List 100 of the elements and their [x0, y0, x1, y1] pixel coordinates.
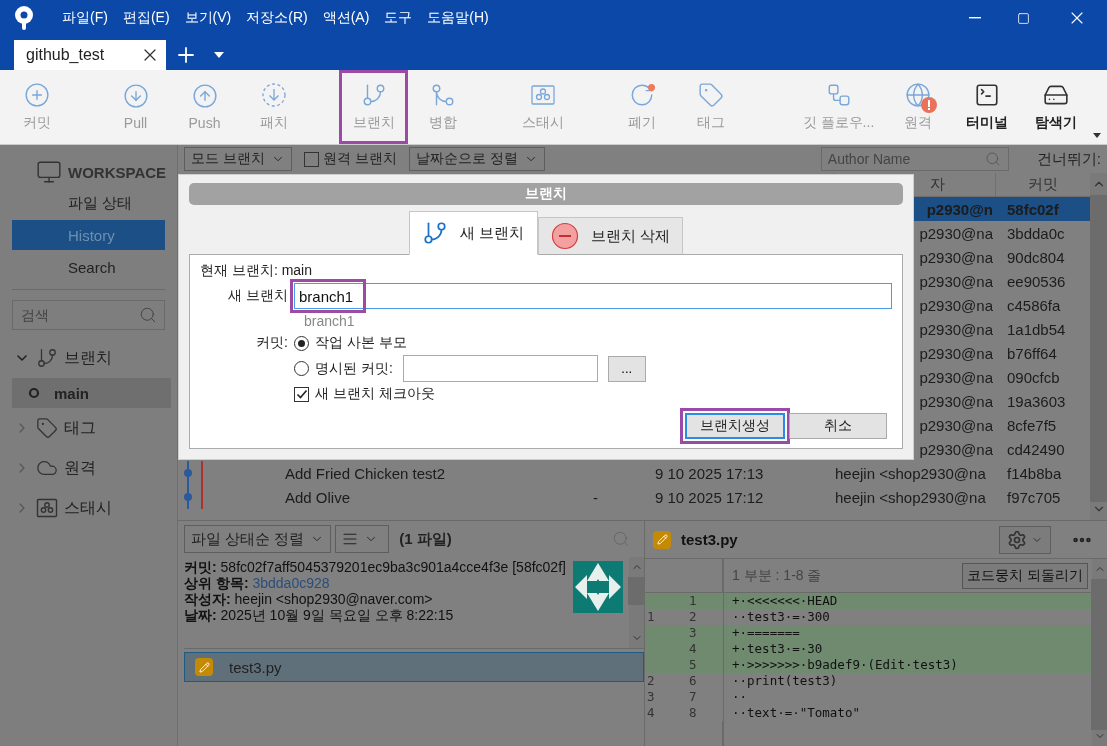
tree-group-label[interactable]: 브랜치: [64, 347, 112, 369]
line-number: 5: [688, 657, 697, 672]
search-field[interactable]: 검색: [12, 300, 165, 330]
table-cell-text: heejin <shop2930@na: [834, 464, 987, 482]
commit-field[interactable]: [402, 355, 598, 382]
menu-item[interactable]: 보기(V): [184, 9, 232, 27]
checkbox[interactable]: [303, 151, 319, 167]
line-number: 3: [646, 689, 655, 704]
maximize-icon: [1016, 11, 1030, 25]
stash-icon: [529, 82, 556, 108]
sidebar-item[interactable]: History: [12, 220, 165, 250]
table-cell-text: 9 10 2025 17:12: [654, 488, 765, 506]
radio-button[interactable]: [294, 361, 309, 376]
create-branch-button[interactable]: 브랜치생성: [685, 413, 785, 439]
table-cell: p2930@na: [919, 248, 993, 266]
scrollbar[interactable]: [1092, 559, 1107, 746]
table-cell: p2930@na: [919, 224, 993, 242]
table-cell-text: 1a1db54: [1006, 320, 1067, 338]
menu-item[interactable]: 편집(E): [122, 9, 170, 27]
globe-icon: [904, 82, 931, 108]
diff-file-name: test3.py: [681, 531, 738, 548]
menu-item[interactable]: 도움말(H): [427, 9, 489, 27]
minimize-icon: [969, 17, 981, 19]
toolbar-button[interactable]: 원격: [883, 70, 952, 144]
radio-button[interactable]: [294, 335, 309, 351]
toolbar-button[interactable]: 터미널: [952, 70, 1021, 144]
pencil-icon: [653, 530, 671, 549]
toolbar-button[interactable]: 패치: [239, 70, 308, 144]
toolbar-button[interactable]: 탐색기: [1021, 70, 1090, 144]
view-mode-dropdown[interactable]: [335, 525, 390, 553]
alert-badge-icon: [920, 97, 937, 113]
radio-label: 명시된 커밋:: [315, 359, 393, 378]
tree-group-label[interactable]: 스태시: [64, 497, 112, 519]
toolbar-button[interactable]: 폐기: [607, 70, 676, 144]
table-cell-text: 9 10 2025 17:13: [654, 464, 765, 482]
tree-group-label[interactable]: 원격: [64, 457, 96, 479]
sort-dropdown[interactable]: 날짜순으로 정렬: [408, 147, 545, 171]
tree-group-label[interactable]: 태그: [64, 417, 96, 439]
tag-icon: [697, 82, 724, 108]
radio-label: 작업 사본 부모: [315, 334, 407, 352]
table-cell-text: b76ff64: [1006, 344, 1058, 362]
revert-hunk-button[interactable]: 코드뭉치 되돌리기: [962, 562, 1088, 589]
file-sort-dropdown[interactable]: 파일 상태순 정렬: [184, 525, 332, 553]
overflow-caret-icon[interactable]: [1093, 133, 1101, 138]
branch-dot-icon: [28, 387, 40, 399]
branch-name-field[interactable]: branch1: [294, 283, 892, 309]
settings-dropdown[interactable]: [999, 525, 1051, 554]
table-cell-text: heejin <shop2930@na: [834, 488, 987, 506]
line-number: 4: [646, 705, 655, 720]
search-icon: [139, 306, 157, 324]
parent-commit-link[interactable]: 3bdda0c928: [252, 575, 330, 591]
branch-icon: [36, 347, 58, 369]
table-cell: -: [593, 488, 598, 506]
toolbar-button[interactable]: 태그: [676, 70, 745, 144]
column-header[interactable]: 자: [930, 175, 945, 194]
toolbar-button[interactable]: 브랜치: [339, 70, 408, 144]
browse-button[interactable]: ...: [607, 355, 646, 382]
cancel-button[interactable]: 취소: [789, 413, 887, 439]
menu-item[interactable]: 도구: [384, 9, 413, 27]
commit-info-line: 날짜: 2025년 10월 9일 목요일 오후 8:22:15: [184, 607, 455, 623]
branch-item[interactable]: main: [12, 378, 171, 408]
scrollbar[interactable]: [629, 557, 644, 648]
table-cell-text: c4586fa: [1006, 296, 1062, 314]
toolbar-button[interactable]: Pull: [101, 70, 170, 144]
checkbox[interactable]: [294, 386, 309, 402]
line-number: 1: [688, 593, 697, 608]
author-search-field[interactable]: Author Name: [820, 147, 1009, 171]
menu-item[interactable]: 액션(A): [322, 9, 370, 27]
commit-row[interactable]: Add Fried Chicken test2 9 10 2025 17:13 heejin <shop2930@na f14b8ba: [178, 461, 1090, 485]
skip-label: 건너뛰기:: [1036, 149, 1101, 169]
repo-tab[interactable]: github_test: [14, 40, 166, 70]
toolbar-button[interactable]: 깃 플로우...: [804, 70, 873, 144]
monitor-icon: [36, 159, 62, 185]
toolbar-button[interactable]: Push: [170, 70, 239, 144]
table-cell: p2930@n: [926, 200, 993, 218]
arrow-up-circle-icon: [191, 83, 218, 109]
toolbar-button[interactable]: 스태시: [508, 70, 577, 144]
column-header[interactable]: 커밋: [1028, 175, 1058, 194]
table-cell-text: 3bdda0c: [1006, 224, 1066, 242]
dashed-arrow-circle-icon: [260, 82, 287, 108]
toolbar-button[interactable]: 병합: [408, 70, 477, 144]
line-number: 1: [646, 609, 655, 624]
table-cell-text: Add Olive: [284, 488, 352, 506]
menu-item[interactable]: 파일(F): [62, 9, 108, 27]
current-branch-label: 현재 브랜치: main: [200, 262, 313, 280]
settings-icon: [1007, 529, 1027, 550]
dialog-tab[interactable]: 브랜치 삭제: [537, 217, 683, 255]
branch-filter-dropdown[interactable]: 모드 브랜치: [184, 147, 292, 171]
scrollbar[interactable]: [1090, 173, 1107, 520]
search-icon[interactable]: [612, 530, 630, 548]
file-name: test3.py: [229, 658, 282, 676]
menu-item[interactable]: 저장소(R): [246, 9, 308, 27]
toolbar-button[interactable]: 커밋: [2, 70, 71, 144]
sidebar-item[interactable]: Search: [12, 252, 165, 282]
file-row[interactable]: test3.py: [184, 652, 644, 682]
commit-row[interactable]: Add Olive - 9 10 2025 17:12 heejin <shop2930@na f97c705: [178, 485, 1090, 509]
table-cell: p2930@na: [919, 392, 993, 410]
sidebar-item[interactable]: 파일 상태: [12, 188, 165, 218]
commit-label: 커밋:: [256, 334, 288, 350]
dialog-tab[interactable]: 새 브랜치: [409, 211, 538, 255]
